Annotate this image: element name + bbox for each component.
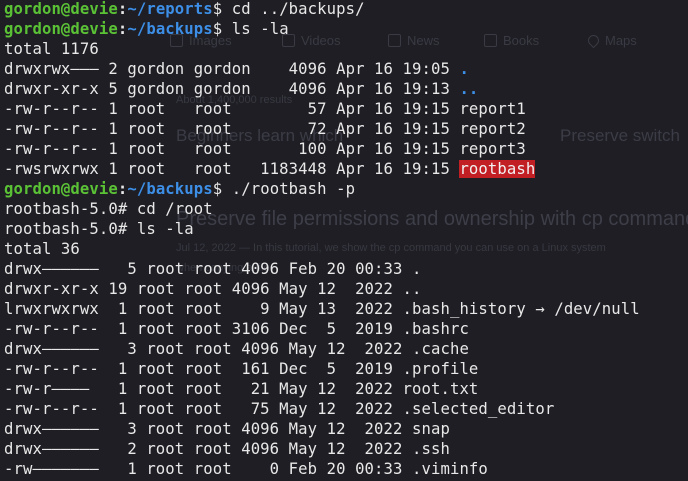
listing-metadata: drwxr-xr-x 19 root root 4096 May 12 2022 bbox=[4, 280, 403, 298]
prompt-path: ~/backups bbox=[127, 180, 213, 198]
prompt-user-host: gordon@devie bbox=[4, 0, 118, 18]
listing-metadata: -rw-r--r-- 1 root root 75 May 12 2022 bbox=[4, 400, 403, 418]
listing-row: -rw-r———— 1 root root 21 May 12 2022 roo… bbox=[4, 379, 688, 399]
listing-metadata: drwx—————— 3 root root 4096 May 12 2022 bbox=[4, 340, 412, 358]
listing-filename: .bash_history → /dev/null bbox=[402, 300, 640, 318]
command-text: cd ../backups/ bbox=[222, 0, 365, 18]
listing-metadata: -rw-r———— 1 root root 21 May 12 2022 bbox=[4, 380, 403, 398]
listing-metadata: -rw-r--r-- 1 root root 72 Apr 16 19:15 bbox=[4, 120, 460, 138]
listing-row: drwx—————— 3 root root 4096 May 12 2022 … bbox=[4, 339, 688, 359]
listing-filename: report2 bbox=[459, 120, 526, 138]
prompt-path: ~/backups bbox=[127, 20, 213, 38]
listing-metadata: -rw-r--r-- 1 root root 161 Dec 5 2019 bbox=[4, 360, 403, 378]
listing-metadata: -rw——————— 1 root root 0 Feb 20 00:33 bbox=[4, 460, 412, 478]
prompt-path: ~/reports bbox=[127, 0, 213, 18]
listing-row: -rw-r--r-- 1 root root 3106 Dec 5 2019 .… bbox=[4, 319, 688, 339]
listing-metadata: lrwxrwxrwx 1 root root 9 May 13 2022 bbox=[4, 300, 403, 318]
listing-filename: .. bbox=[402, 280, 422, 298]
command-text: ls -la bbox=[222, 20, 289, 38]
listing-metadata: drwx—————— 3 root root 4096 May 12 2022 bbox=[4, 420, 412, 438]
listing-metadata: drwx—————— 5 root root 4096 Feb 20 00:33 bbox=[4, 260, 412, 278]
prompt-user-host: gordon@devie bbox=[4, 20, 118, 38]
output-line: total 1176 bbox=[4, 40, 99, 58]
listing-filename: report1 bbox=[459, 100, 526, 118]
listing-filename: . bbox=[412, 260, 422, 278]
prompt-symbol: $ bbox=[212, 0, 223, 18]
prompt-separator: : bbox=[117, 20, 128, 38]
prompt-symbol: $ bbox=[212, 180, 223, 198]
listing-row: drwx—————— 3 root root 4096 May 12 2022 … bbox=[4, 419, 688, 439]
listing-metadata: -rwsrwxrwx 1 root root 1183448 Apr 16 19… bbox=[4, 160, 460, 178]
listing-filename: .selected_editor bbox=[402, 400, 555, 418]
listing-row: -rw-r--r-- 1 root root 75 May 12 2022 .s… bbox=[4, 399, 688, 419]
prompt-separator: : bbox=[117, 180, 128, 198]
prompt-separator: : bbox=[117, 0, 128, 18]
listing-row: drwx—————— 2 root root 4096 May 12 2022 … bbox=[4, 439, 688, 459]
listing-filename: report3 bbox=[459, 140, 526, 158]
prompt-line: gordon@devie:~/backups$ ls -la bbox=[4, 19, 688, 39]
listing-filename: .bashrc bbox=[402, 320, 469, 338]
listing-filename: .profile bbox=[402, 360, 479, 378]
listing-row: -rw-r--r-- 1 root root 57 Apr 16 19:15 r… bbox=[4, 99, 688, 119]
listing-row: drwxr-xr-x 19 root root 4096 May 12 2022… bbox=[4, 279, 688, 299]
listing-metadata: drwx—————— 2 root root 4096 May 12 2022 bbox=[4, 440, 412, 458]
listing-metadata: -rw-r--r-- 1 root root 3106 Dec 5 2019 bbox=[4, 320, 403, 338]
listing-filename: .ssh bbox=[412, 440, 450, 458]
listing-row: drwxrwx——— 2 gordon gordon 4096 Apr 16 1… bbox=[4, 59, 688, 79]
listing-row: -rw-r--r-- 1 root root 72 Apr 16 19:15 r… bbox=[4, 119, 688, 139]
listing-metadata: drwxr-xr-x 5 gordon gordon 4096 Apr 16 1… bbox=[4, 80, 460, 98]
output-line: rootbash-5.0# cd /root bbox=[4, 200, 213, 218]
listing-row: lrwxrwxrwx 1 root root 9 May 13 2022 .ba… bbox=[4, 299, 688, 319]
prompt-user-host: gordon@devie bbox=[4, 180, 118, 198]
listing-metadata: -rw-r--r-- 1 root root 100 Apr 16 19:15 bbox=[4, 140, 460, 158]
listing-filename: . bbox=[459, 60, 469, 78]
listing-metadata: -rw-r--r-- 1 root root 57 Apr 16 19:15 bbox=[4, 100, 460, 118]
listing-filename: snap bbox=[412, 420, 450, 438]
prompt-symbol: $ bbox=[212, 20, 223, 38]
prompt-line: gordon@devie:~/backups$ ./rootbash -p bbox=[4, 179, 688, 199]
listing-row: -rwsrwxrwx 1 root root 1183448 Apr 16 19… bbox=[4, 159, 688, 179]
output-line: total 36 bbox=[4, 240, 80, 258]
listing-filename: .cache bbox=[412, 340, 469, 358]
listing-row: -rw-r--r-- 1 root root 100 Apr 16 19:15 … bbox=[4, 139, 688, 159]
listing-filename: root.txt bbox=[402, 380, 479, 398]
listing-row: drwx—————— 5 root root 4096 Feb 20 00:33… bbox=[4, 259, 688, 279]
listing-row: -rw-r--r-- 1 root root 161 Dec 5 2019 .p… bbox=[4, 359, 688, 379]
prompt-line: gordon@devie:~/reports$ cd ../backups/ bbox=[4, 0, 688, 19]
output-line: rootbash-5.0# ls -la bbox=[4, 220, 194, 238]
listing-filename: .. bbox=[459, 80, 479, 98]
listing-filename: rootbash bbox=[459, 160, 536, 178]
terminal-output[interactable]: gordon@devie:~/reports$ cd ../backups/go… bbox=[4, 0, 688, 479]
listing-row: drwxr-xr-x 5 gordon gordon 4096 Apr 16 1… bbox=[4, 79, 688, 99]
listing-filename: .viminfo bbox=[412, 460, 488, 478]
listing-metadata: drwxrwx——— 2 gordon gordon 4096 Apr 16 1… bbox=[4, 60, 460, 78]
listing-row: -rw——————— 1 root root 0 Feb 20 00:33 .v… bbox=[4, 459, 688, 479]
command-text: ./rootbash -p bbox=[222, 180, 356, 198]
